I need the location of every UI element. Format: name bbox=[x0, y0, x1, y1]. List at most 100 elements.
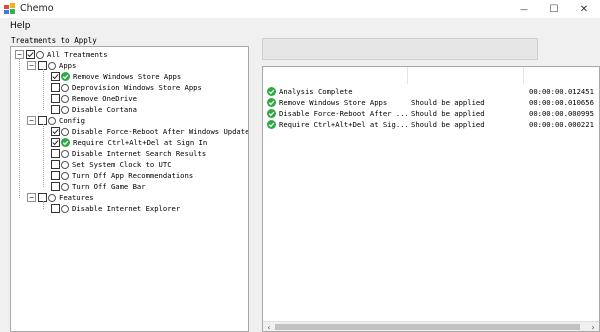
column-separator[interactable] bbox=[407, 67, 408, 84]
scroll-right-icon[interactable]: › bbox=[588, 322, 598, 332]
horizontal-scrollbar[interactable]: ‹ › bbox=[263, 321, 599, 331]
collapse-icon[interactable]: − bbox=[27, 61, 36, 70]
results-list[interactable]: ‹ › Analysis Complete 00:00:00.012451 Remo… bbox=[262, 66, 600, 332]
result-name: Analysis Complete bbox=[279, 87, 353, 96]
pending-status-icon bbox=[36, 50, 44, 59]
result-row[interactable]: Remove Windows Store Apps Should be appli… bbox=[267, 97, 599, 108]
tree-node-label: Remove OneDrive bbox=[72, 94, 137, 103]
treatment-checkbox[interactable] bbox=[51, 171, 60, 180]
pending-status-icon bbox=[61, 149, 69, 158]
tree-connector bbox=[19, 58, 20, 198]
treatment-checkbox[interactable] bbox=[51, 149, 60, 158]
maximize-icon: ☐ bbox=[549, 3, 559, 15]
tree-connector bbox=[43, 124, 44, 187]
success-check-icon bbox=[61, 72, 70, 81]
result-time: 00:00:00.012451 bbox=[529, 87, 594, 96]
tree-node-treatment[interactable]: Deprovision Windows Store Apps bbox=[51, 82, 202, 93]
result-name: Require Ctrl+Alt+Del at Sig... bbox=[279, 120, 407, 129]
pending-status-icon bbox=[61, 83, 69, 92]
tree-node-treatment[interactable]: Disable Force-Reboot After Windows Updat… bbox=[51, 126, 249, 137]
results-header bbox=[263, 67, 599, 84]
tree-node-label: Features bbox=[59, 193, 94, 202]
pending-status-icon bbox=[61, 171, 69, 180]
tree-node-treatment[interactable]: Remove Windows Store Apps bbox=[51, 71, 181, 82]
tree-connector bbox=[43, 69, 44, 110]
tree-node-label: Config bbox=[59, 116, 85, 125]
tree-node-label: Disable Internet Search Results bbox=[72, 149, 207, 158]
pending-status-icon bbox=[61, 94, 69, 103]
result-status: Should be applied bbox=[411, 120, 485, 129]
menu-help[interactable]: Help bbox=[10, 21, 31, 31]
result-status: Should be applied bbox=[411, 109, 485, 118]
collapse-icon[interactable]: − bbox=[27, 193, 36, 202]
tree-node-treatment[interactable]: Set System Clock to UTC bbox=[51, 159, 172, 170]
success-check-icon bbox=[267, 120, 276, 129]
tree-node-treatment[interactable]: Disable Cortana bbox=[51, 104, 137, 115]
window-title: Chemo bbox=[20, 3, 54, 14]
tree-node-root[interactable]: − All Treatments bbox=[15, 49, 108, 60]
close-icon: ✕ bbox=[579, 3, 589, 15]
menu-bar: Help bbox=[0, 18, 600, 33]
treatment-checkbox[interactable] bbox=[51, 204, 60, 213]
result-name: Disable Force-Reboot After ... bbox=[279, 109, 407, 118]
treatment-checkbox[interactable] bbox=[51, 94, 60, 103]
minimize-button[interactable]: — bbox=[508, 0, 540, 18]
pending-status-icon bbox=[61, 105, 69, 114]
tree-node-label: Disable Cortana bbox=[72, 105, 137, 114]
treatment-checkbox[interactable] bbox=[51, 182, 60, 191]
treatment-checkbox[interactable] bbox=[51, 127, 60, 136]
treatment-checkbox[interactable] bbox=[51, 83, 60, 92]
result-row[interactable]: Require Ctrl+Alt+Del at Sig... Should be … bbox=[267, 119, 599, 130]
tree-node-treatment[interactable]: Disable Internet Search Results bbox=[51, 148, 206, 159]
scroll-thumb[interactable] bbox=[275, 324, 580, 330]
result-name: Remove Windows Store Apps bbox=[279, 98, 388, 107]
tree-node-treatment[interactable]: Disable Internet Explorer bbox=[51, 203, 180, 214]
pending-status-icon bbox=[61, 127, 69, 136]
tree-node-treatment[interactable]: Require Ctrl+Alt+Del at Sign In bbox=[51, 137, 207, 148]
result-time: 00:00:00.000995 bbox=[529, 109, 594, 118]
tree-node-group[interactable]: − Features bbox=[27, 192, 94, 203]
treatment-checkbox[interactable] bbox=[51, 160, 60, 169]
progress-area bbox=[262, 38, 538, 60]
column-separator[interactable] bbox=[523, 67, 524, 84]
minimize-icon: — bbox=[520, 4, 528, 14]
tree-connector bbox=[43, 201, 44, 209]
tree-node-label: Turn Off App Recommendations bbox=[72, 171, 194, 180]
success-check-icon bbox=[267, 98, 276, 107]
pending-status-icon bbox=[61, 182, 69, 191]
tree-node-label: Apps bbox=[59, 61, 77, 70]
tree-node-label: Turn Off Game Bar bbox=[72, 182, 146, 191]
maximize-button[interactable]: ☐ bbox=[538, 0, 570, 18]
app-icon bbox=[4, 3, 15, 14]
result-row[interactable]: Analysis Complete 00:00:00.012451 bbox=[267, 86, 599, 97]
tree-node-group[interactable]: − Config bbox=[27, 115, 85, 126]
tree-node-treatment[interactable]: Turn Off App Recommendations bbox=[51, 170, 193, 181]
pending-status-icon bbox=[48, 116, 56, 125]
result-status bbox=[411, 86, 525, 97]
result-time: 00:00:00.010656 bbox=[529, 98, 594, 107]
success-check-icon bbox=[267, 87, 276, 96]
treatment-checkbox[interactable] bbox=[51, 105, 60, 114]
result-time: 00:00:00.000221 bbox=[529, 120, 594, 129]
close-button[interactable]: ✕ bbox=[568, 0, 600, 18]
pending-status-icon bbox=[48, 61, 56, 70]
tree-node-label: Remove Windows Store Apps bbox=[73, 72, 182, 81]
treatments-label: Treatments to Apply bbox=[11, 36, 97, 45]
tree-node-group[interactable]: − Apps bbox=[27, 60, 76, 71]
tree-node-treatment[interactable]: Turn Off Game Bar bbox=[51, 181, 146, 192]
scroll-left-icon[interactable]: ‹ bbox=[264, 322, 274, 332]
success-check-icon bbox=[61, 138, 70, 147]
tree-node-treatment[interactable]: Remove OneDrive bbox=[51, 93, 137, 104]
tree-node-label: Disable Force-Reboot After Windows Updat… bbox=[72, 127, 249, 136]
tree-node-label: Disable Internet Explorer bbox=[72, 204, 181, 213]
pending-status-icon bbox=[61, 204, 69, 213]
collapse-icon[interactable]: − bbox=[27, 116, 36, 125]
treatment-checkbox[interactable] bbox=[51, 72, 60, 81]
tree-node-label: Deprovision Windows Store Apps bbox=[72, 83, 202, 92]
treatments-tree[interactable]: − All Treatments − Apps Remove Windows Store… bbox=[10, 46, 249, 332]
treatment-checkbox[interactable] bbox=[26, 50, 35, 59]
result-row[interactable]: Disable Force-Reboot After ... Should be … bbox=[267, 108, 599, 119]
treatment-checkbox[interactable] bbox=[51, 138, 60, 147]
tree-node-label: All Treatments bbox=[47, 50, 108, 59]
pending-status-icon bbox=[48, 193, 56, 202]
